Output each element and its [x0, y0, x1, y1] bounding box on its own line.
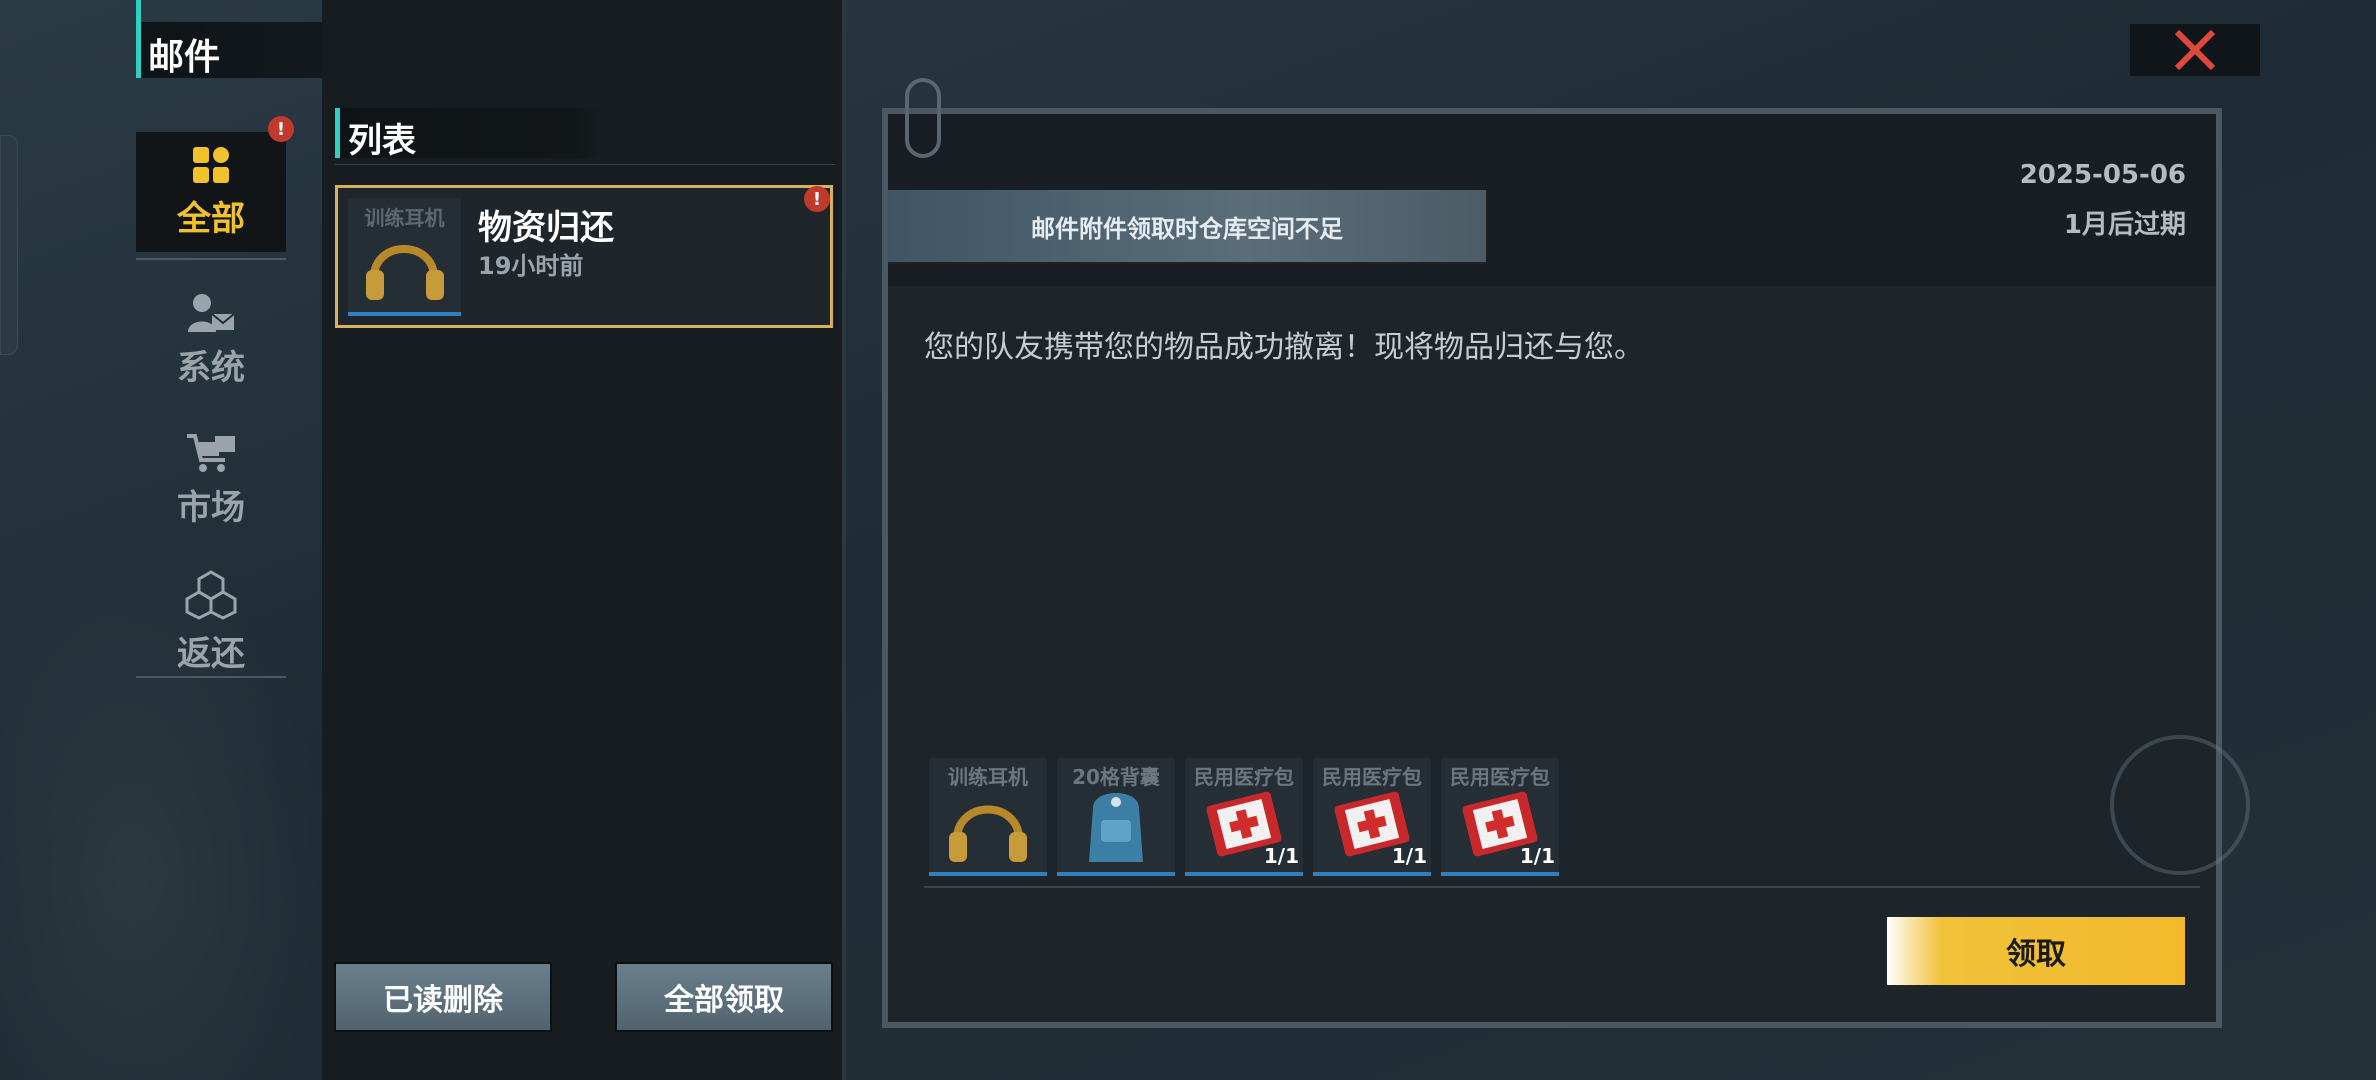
- decorative-emblem: [2110, 735, 2250, 875]
- mail-item-title: 物资归还: [478, 208, 614, 248]
- side-drawer-handle[interactable]: [0, 135, 18, 355]
- category-all[interactable]: 全部: [136, 132, 286, 252]
- attachments-divider: [924, 886, 2200, 888]
- mail-body-text: 您的队友携带您的物品成功撤离！现将物品归还与您。: [924, 330, 1644, 365]
- category-market-label: 市场: [177, 487, 245, 528]
- claim-all-button[interactable]: 全部领取: [615, 962, 833, 1032]
- category-market[interactable]: 市场: [136, 420, 286, 540]
- headphones-icon: [366, 245, 444, 300]
- mail-list-item[interactable]: 训练耳机 物资归还 19小时前: [335, 185, 833, 328]
- attachment-item[interactable]: 民用医疗包 1/1: [1313, 758, 1431, 876]
- attachment-item[interactable]: 20格背囊: [1057, 758, 1175, 876]
- attachment-item[interactable]: 训练耳机: [929, 758, 1047, 876]
- close-icon: [2174, 29, 2216, 71]
- close-button[interactable]: [2130, 24, 2260, 76]
- warning-toast: 邮件附件领取时仓库空间不足: [888, 190, 1486, 264]
- attachment-quantity: 1/1: [1519, 844, 1555, 868]
- delete-read-button[interactable]: 已读删除: [334, 962, 552, 1032]
- attachment-quantity: 1/1: [1263, 844, 1299, 868]
- mail-expiry: 1月后过期: [2063, 210, 2186, 240]
- attachment-item[interactable]: 民用医疗包 1/1: [1441, 758, 1559, 876]
- paperclip-icon: [905, 78, 941, 158]
- attachment-item[interactable]: 民用医疗包 1/1: [1185, 758, 1303, 876]
- mail-list-panel: [322, 0, 842, 1080]
- category-all-label: 全部: [177, 198, 245, 239]
- backpack-icon: [1089, 793, 1143, 862]
- title-accent: [136, 0, 141, 78]
- category-divider: [136, 258, 286, 260]
- claim-button[interactable]: 领取: [1887, 917, 2185, 985]
- category-divider: [136, 676, 286, 678]
- user-mail-icon: [188, 293, 235, 332]
- mail-date: 2025-05-06: [2019, 160, 2186, 190]
- list-heading-accent: [335, 108, 340, 158]
- list-heading-divider: [335, 164, 835, 165]
- page-title: 邮件: [148, 37, 221, 78]
- grid-icon: [193, 146, 229, 183]
- mail-item-time: 19小时前: [478, 252, 584, 280]
- category-system-label: 系统: [177, 347, 245, 388]
- panel-divider: [842, 0, 846, 1080]
- category-system[interactable]: 系统: [136, 280, 286, 400]
- category-return-label: 返还: [177, 633, 245, 674]
- cubes-icon: [185, 569, 237, 620]
- list-heading: 列表: [348, 121, 416, 161]
- headphones-icon: [949, 805, 1027, 862]
- category-return[interactable]: 返还: [136, 562, 286, 682]
- mail-unread-badge: !: [804, 186, 830, 212]
- attachment-quantity: 1/1: [1391, 844, 1427, 868]
- cart-icon: [187, 433, 235, 472]
- category-alert-badge: !: [268, 116, 294, 142]
- mail-item-thumbnail: 训练耳机: [348, 198, 461, 316]
